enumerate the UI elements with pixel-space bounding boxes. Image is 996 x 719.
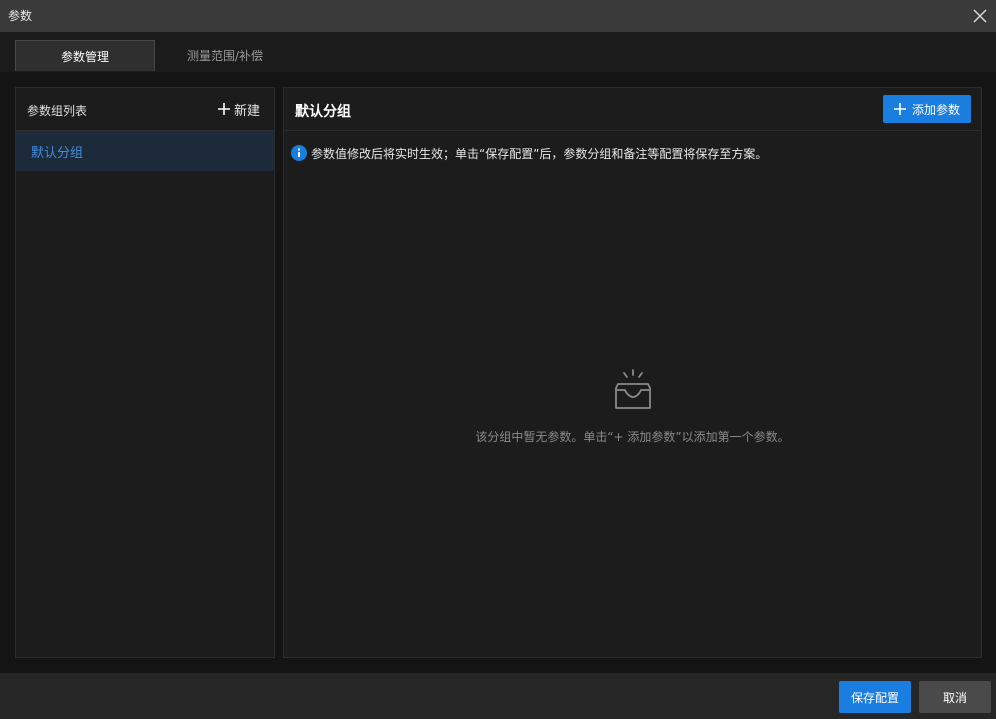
content-area: 参数组列表 新建 默认分组 默认分组 添加参数 参数值修改后将实时生效；单击“保… bbox=[0, 72, 996, 673]
tab-bar: 参数管理 测量范围/补偿 bbox=[0, 32, 996, 72]
group-item-default[interactable]: 默认分组 bbox=[16, 131, 274, 171]
group-list-title: 参数组列表 bbox=[27, 104, 88, 118]
new-group-label: 新建 bbox=[233, 103, 260, 119]
cancel-button[interactable]: 取消 bbox=[919, 681, 991, 713]
close-button[interactable] bbox=[968, 4, 992, 28]
group-list-header: 参数组列表 新建 bbox=[16, 88, 274, 131]
parameter-detail-panel: 默认分组 添加参数 参数值修改后将实时生效；单击“保存配置”后，参数分组和备注等… bbox=[283, 87, 982, 658]
group-title: 默认分组 bbox=[295, 104, 351, 120]
add-parameter-button[interactable]: 添加参数 bbox=[883, 95, 971, 123]
empty-state: 该分组中暂无参数。单击“+ 添加参数”以添加第一个参数。 bbox=[284, 368, 981, 445]
add-parameter-label: 添加参数 bbox=[911, 102, 960, 117]
tab-measurement-range-compensation[interactable]: 测量范围/补偿 bbox=[155, 40, 295, 71]
tab-parameter-management[interactable]: 参数管理 bbox=[15, 40, 155, 71]
save-config-button[interactable]: 保存配置 bbox=[839, 681, 911, 713]
info-icon bbox=[291, 145, 307, 161]
detail-header: 默认分组 添加参数 bbox=[284, 88, 981, 131]
footer-bar: 保存配置 取消 bbox=[0, 673, 996, 719]
parameter-group-panel: 参数组列表 新建 默认分组 bbox=[15, 87, 275, 658]
title-bar: 参数 bbox=[0, 0, 996, 32]
info-text: 参数值修改后将实时生效；单击“保存配置”后，参数分组和备注等配置将保存至方案。 bbox=[311, 146, 768, 161]
plus-icon bbox=[893, 103, 906, 115]
empty-inbox-icon bbox=[614, 369, 651, 409]
plus-icon bbox=[217, 103, 230, 115]
empty-message: 该分组中暂无参数。单击“+ 添加参数”以添加第一个参数。 bbox=[475, 430, 790, 444]
close-icon bbox=[973, 9, 987, 23]
new-group-button[interactable]: 新建 bbox=[217, 100, 260, 119]
info-notice: 参数值修改后将实时生效；单击“保存配置”后，参数分组和备注等配置将保存至方案。 bbox=[291, 144, 767, 162]
window-title: 参数 bbox=[8, 9, 33, 23]
